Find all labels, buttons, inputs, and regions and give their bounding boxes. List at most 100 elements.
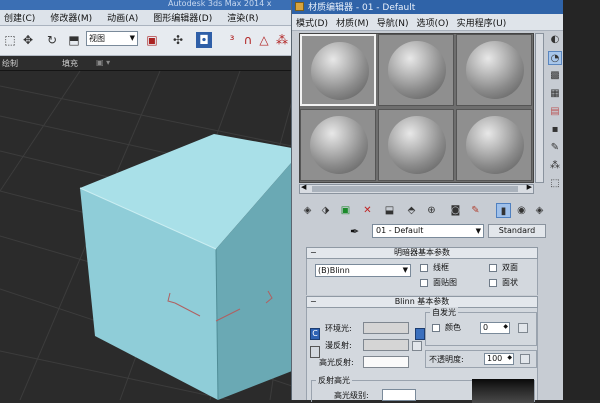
spinner-snap-icon[interactable]: ⁂ — [274, 32, 290, 48]
face-map-label: 面贴图 — [433, 278, 457, 287]
rotate-icon[interactable]: ↻ — [44, 32, 60, 48]
menu-graph-editors[interactable]: 图形编辑器(D) — [149, 11, 216, 24]
menu-modifiers[interactable]: 修改器(M) — [46, 11, 96, 24]
sample-slot-6[interactable] — [456, 109, 532, 181]
chevron-down-icon: ▼ — [475, 227, 481, 235]
menu-animation[interactable]: 动画(A) — [103, 11, 142, 24]
make-unique-icon[interactable]: ⬓ — [382, 203, 397, 218]
get-material-icon[interactable]: ◈ — [300, 203, 315, 218]
material-navigator-icon[interactable]: ⬚ — [548, 177, 562, 191]
sample-sphere — [466, 116, 524, 174]
faceted-checkbox[interactable] — [489, 279, 497, 287]
opacity-value: 100 — [487, 354, 503, 363]
material-editor-titlebar[interactable]: 材质编辑器 - 01 - Default — [292, 0, 564, 14]
percent-snap-icon[interactable]: △ — [256, 32, 272, 48]
select-by-material-icon[interactable]: ⁂ — [548, 159, 562, 173]
blinn-basic-params-rollout[interactable]: − Blinn 基本参数 — [306, 296, 538, 308]
specular-color-swatch[interactable] — [363, 356, 409, 368]
material-id-channel-icon[interactable]: ⊕ — [424, 203, 439, 218]
options-icon[interactable]: ✎ — [548, 141, 562, 155]
self-illum-color-checkbox[interactable] — [432, 324, 440, 332]
pick-material-icon[interactable]: ◈ — [532, 203, 547, 218]
assign-to-selection-icon[interactable]: ▣ — [338, 203, 353, 218]
ribbon-dropdown-icon[interactable]: ▣ ▾ — [96, 58, 110, 67]
opacity-map-button[interactable] — [520, 354, 530, 364]
diffuse-label: 漫反射: — [325, 341, 352, 350]
go-to-parent-icon[interactable]: ▮ — [496, 203, 511, 218]
sample-slot-1[interactable] — [300, 34, 376, 106]
reference-coord-select[interactable]: 视图 ▼ — [86, 31, 138, 46]
scroll-right-icon[interactable]: ▶ — [527, 183, 532, 191]
sample-slot-5[interactable] — [378, 109, 454, 181]
specular-level-spinner[interactable] — [382, 389, 416, 401]
show-end-result-icon[interactable]: ✎ — [468, 203, 483, 218]
scroll-left-icon[interactable]: ◀ — [301, 183, 306, 191]
scroll-thumb[interactable] — [312, 186, 518, 192]
self-illum-title: 自发光 — [430, 307, 458, 318]
put-to-library-icon[interactable]: ⬘ — [404, 203, 419, 218]
med-menu-navigation[interactable]: 导航(N) — [373, 16, 413, 29]
sample-sphere — [388, 41, 446, 99]
select-manipulate-icon[interactable]: ✣ — [170, 32, 186, 48]
snap-3d-icon[interactable]: ³ — [224, 32, 240, 48]
main-toolbar: ⬚ ✥ ↻ ⬒ 视图 ▼ ▣ ✣ ◘ ³ ∩ △ ⁂ — [0, 26, 292, 56]
med-menu-material[interactable]: 材质(M) — [332, 16, 373, 29]
material-name-field[interactable]: 01 - Default ▼ — [372, 224, 484, 238]
pivot-icon[interactable]: ▣ — [144, 32, 160, 48]
menu-create[interactable]: 创建(C) — [0, 11, 39, 24]
go-forward-sibling-icon[interactable]: ◉ — [514, 203, 529, 218]
ribbon-tab-draw[interactable]: 绘制 — [2, 58, 18, 69]
sample-slots-vscroll[interactable] — [535, 33, 544, 183]
angle-snap-icon[interactable]: ∩ — [240, 32, 256, 48]
face-map-checkbox[interactable] — [420, 279, 428, 287]
perspective-viewport[interactable] — [0, 71, 292, 400]
material-editor-menubar: 模式(D) 材质(M) 导航(N) 选项(O) 实用程序(U) — [292, 14, 564, 31]
show-shaded-material-icon[interactable]: ◙ — [448, 203, 463, 218]
diffuse-map-button[interactable] — [412, 341, 422, 351]
ambient-color-swatch[interactable] — [363, 322, 409, 334]
ambient-label: 环境光: — [325, 324, 352, 333]
menu-rendering[interactable]: 渲染(R) — [223, 11, 262, 24]
ribbon-tab-populate[interactable]: 填充 — [62, 58, 78, 69]
scale-icon[interactable]: ⬒ — [66, 32, 82, 48]
specular-highlights-title: 反射高光 — [316, 375, 352, 386]
shader-basic-params-rollout[interactable]: − 明暗器基本参数 — [306, 247, 538, 259]
keyboard-shortcut-icon[interactable]: ◘ — [196, 32, 212, 48]
material-editor-app-icon — [295, 2, 304, 11]
move-icon[interactable]: ✥ — [20, 32, 36, 48]
opacity-spinner[interactable]: 100 ◆ — [484, 353, 514, 365]
self-illum-color-label: 颜色 — [445, 323, 461, 332]
sample-slots-hscroll[interactable]: ◀ ▶ — [299, 183, 534, 194]
self-illum-spinner[interactable]: 0 ◆ — [480, 322, 510, 334]
self-illum-map-button[interactable] — [518, 323, 528, 333]
diffuse-color-swatch[interactable] — [363, 339, 409, 351]
backlight-icon[interactable]: ◔ — [548, 51, 562, 65]
video-color-check-icon[interactable]: ▤ — [548, 105, 562, 119]
app-title: Autodesk 3ds Max 2014 x — [168, 0, 272, 8]
wire-checkbox[interactable] — [420, 264, 428, 272]
background-icon[interactable]: ▩ — [548, 69, 562, 83]
sample-sphere — [466, 41, 524, 99]
material-editor-window: 材质编辑器 - 01 - Default 模式(D) 材质(M) 导航(N) 选… — [291, 0, 564, 403]
sample-slot-2[interactable] — [378, 34, 454, 106]
ambient-diffuse-lock-button[interactable]: C — [310, 328, 320, 340]
material-type-button[interactable]: Standard — [488, 224, 546, 238]
uv-tiling-icon[interactable]: ▦ — [548, 87, 562, 101]
med-menu-utilities[interactable]: 实用程序(U) — [453, 16, 511, 29]
sample-sphere — [388, 116, 446, 174]
make-preview-icon[interactable]: ▪ — [548, 123, 562, 137]
sample-sphere — [310, 116, 368, 174]
two-sided-checkbox[interactable] — [489, 264, 497, 272]
ambient-map-lock-button[interactable] — [415, 328, 425, 340]
select-icon[interactable]: ⬚ — [2, 32, 18, 48]
wire-label: 线框 — [433, 263, 449, 272]
sample-type-icon[interactable]: ◐ — [548, 33, 562, 47]
sample-slot-4[interactable] — [300, 109, 376, 181]
eyedropper-icon[interactable]: ✒ — [350, 225, 362, 238]
reset-map-icon[interactable]: ✕ — [360, 203, 375, 218]
sample-slot-3[interactable] — [456, 34, 532, 106]
med-menu-modes[interactable]: 模式(D) — [292, 16, 332, 29]
med-menu-options[interactable]: 选项(O) — [413, 16, 453, 29]
shader-type-dropdown[interactable]: (B)Blinn ▼ — [315, 264, 411, 277]
put-to-scene-icon[interactable]: ⬗ — [318, 203, 333, 218]
